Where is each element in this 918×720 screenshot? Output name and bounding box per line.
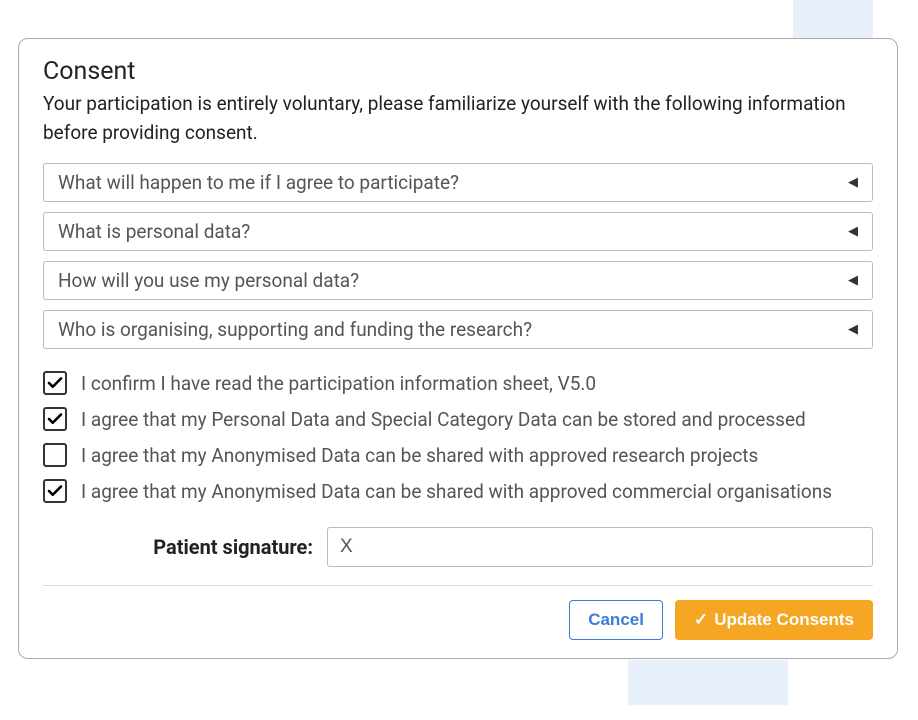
signature-label: Patient signature: — [43, 535, 313, 559]
chevron-left-icon: ◀ — [848, 224, 858, 239]
signature-input[interactable] — [327, 527, 873, 567]
consent-row: I confirm I have read the participation … — [43, 371, 873, 395]
chevron-left-icon: ◀ — [848, 273, 858, 288]
check-icon — [46, 410, 64, 428]
consent-row: I agree that my Personal Data and Specia… — [43, 407, 873, 431]
consent-checkbox[interactable] — [43, 443, 67, 467]
consent-label: I confirm I have read the participation … — [81, 372, 596, 395]
divider — [43, 585, 873, 586]
decorative-accent-bottom — [628, 660, 788, 705]
check-icon — [46, 374, 64, 392]
consent-checkbox[interactable] — [43, 479, 67, 503]
chevron-left-icon: ◀ — [848, 322, 858, 337]
footer-actions: Cancel ✓ Update Consents — [43, 600, 873, 640]
update-button-label: Update Consents — [714, 610, 854, 630]
consent-label: I agree that my Anonymised Data can be s… — [81, 444, 758, 467]
accordion-label: Who is organising, supporting and fundin… — [58, 318, 532, 341]
accordion-item-use-data[interactable]: How will you use my personal data? ◀ — [43, 261, 873, 300]
signature-row: Patient signature: — [43, 527, 873, 567]
accordion-item-organising[interactable]: Who is organising, supporting and fundin… — [43, 310, 873, 349]
check-icon: ✓ — [694, 610, 708, 630]
consent-panel: Consent Your participation is entirely v… — [18, 38, 898, 659]
cancel-button[interactable]: Cancel — [569, 600, 663, 640]
panel-subtitle: Your participation is entirely voluntary… — [43, 90, 873, 147]
consent-row: I agree that my Anonymised Data can be s… — [43, 443, 873, 467]
consent-label: I agree that my Personal Data and Specia… — [81, 408, 806, 431]
consent-checkbox[interactable] — [43, 407, 67, 431]
accordion-label: How will you use my personal data? — [58, 269, 359, 292]
cancel-button-label: Cancel — [588, 610, 644, 630]
accordion-item-personal-data[interactable]: What is personal data? ◀ — [43, 212, 873, 251]
chevron-left-icon: ◀ — [848, 175, 858, 190]
panel-title: Consent — [43, 57, 873, 86]
accordion-label: What is personal data? — [58, 220, 250, 243]
accordion-label: What will happen to me if I agree to par… — [58, 171, 459, 194]
consent-checkbox[interactable] — [43, 371, 67, 395]
consent-label: I agree that my Anonymised Data can be s… — [81, 480, 832, 503]
consent-row: I agree that my Anonymised Data can be s… — [43, 479, 873, 503]
consent-list: I confirm I have read the participation … — [43, 371, 873, 503]
update-consents-button[interactable]: ✓ Update Consents — [675, 600, 873, 640]
check-icon — [46, 482, 64, 500]
accordion-item-participate[interactable]: What will happen to me if I agree to par… — [43, 163, 873, 202]
